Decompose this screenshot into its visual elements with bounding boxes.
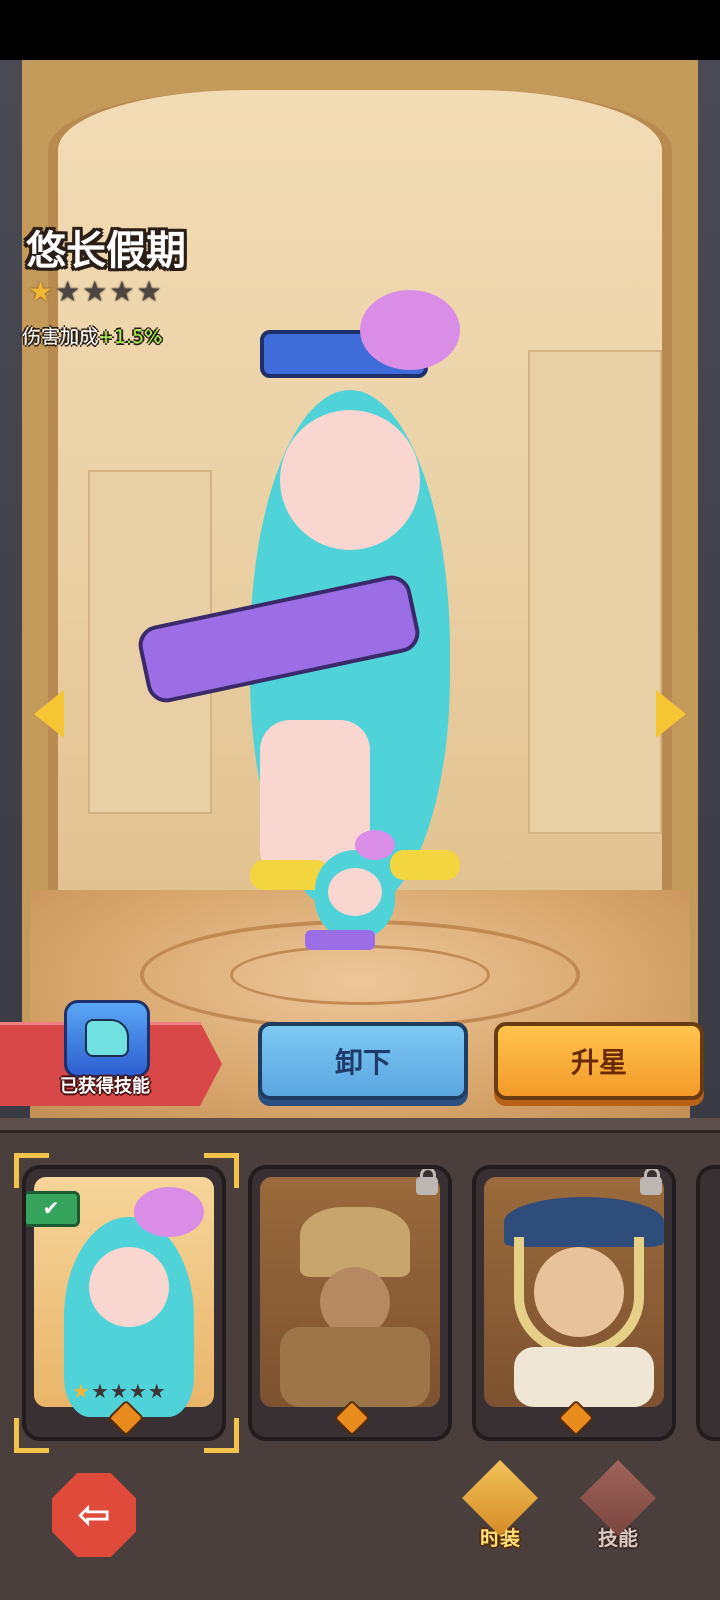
star-icon: ★	[90, 1379, 109, 1403]
star-icon: ★	[55, 275, 81, 308]
status-bar	[0, 0, 720, 60]
octopus-hat-shape	[360, 290, 460, 370]
chibi-preview	[300, 830, 410, 980]
lock-icon	[416, 1169, 438, 1195]
bonus-value: +1.5%	[98, 326, 163, 348]
star-icon: ★	[109, 1379, 128, 1403]
lock-icon	[640, 1169, 662, 1195]
card-shirt	[514, 1347, 654, 1407]
hero-illustration	[130, 290, 570, 910]
skill-acquired-label: 已获得技能	[60, 1076, 150, 1097]
star-icon: ★	[128, 1379, 147, 1403]
costume-card-partial[interactable]	[696, 1165, 720, 1441]
selection-corner	[204, 1153, 239, 1188]
costume-card-selected[interactable]: ✔ ★ ★ ★ ★ ★	[22, 1165, 226, 1441]
bonus-label: 伤害加成	[22, 326, 99, 348]
next-arrow-icon[interactable]	[656, 690, 686, 738]
card-armor	[280, 1327, 430, 1407]
card-hair	[514, 1237, 644, 1357]
nav-skill[interactable]: 技能	[568, 1460, 668, 1551]
star-icon: ★	[28, 275, 54, 308]
face-shape	[280, 410, 420, 550]
water-gun-skill-icon[interactable]	[64, 1000, 150, 1078]
card-octopus	[134, 1187, 204, 1237]
star-icon: ★	[72, 1379, 90, 1403]
card-portrait	[484, 1177, 664, 1407]
selection-corner	[14, 1153, 49, 1188]
star-icon: ★	[147, 1379, 166, 1403]
equipped-check-icon: ✔	[26, 1191, 80, 1227]
card-star-rating: ★ ★ ★ ★ ★	[72, 1379, 166, 1403]
upgrade-star-button[interactable]: 升星	[494, 1022, 704, 1100]
damage-bonus: 伤害加成+1.5%	[22, 322, 162, 349]
unequip-button[interactable]: 卸下	[258, 1022, 468, 1100]
costume-card-knight[interactable]	[248, 1165, 452, 1441]
nav-costume[interactable]: 时装	[450, 1460, 550, 1551]
card-face	[89, 1247, 169, 1327]
card-portrait	[260, 1177, 440, 1407]
star-icon: ★	[82, 275, 108, 308]
prev-arrow-icon[interactable]	[34, 690, 64, 738]
selection-corner	[204, 1418, 239, 1453]
chibi-hat	[355, 830, 395, 860]
hero-title: 悠长假期	[26, 228, 186, 274]
selection-corner	[14, 1418, 49, 1453]
chibi-gun	[305, 930, 375, 950]
costume-card-pirate[interactable]	[472, 1165, 676, 1441]
panel-edge	[0, 1118, 720, 1133]
chibi-face	[328, 868, 382, 916]
back-arrow-icon: ⇦	[77, 1492, 111, 1538]
star-rating: ★ ★ ★ ★ ★	[28, 278, 162, 306]
star-icon: ★	[109, 275, 135, 308]
star-icon: ★	[136, 275, 162, 308]
